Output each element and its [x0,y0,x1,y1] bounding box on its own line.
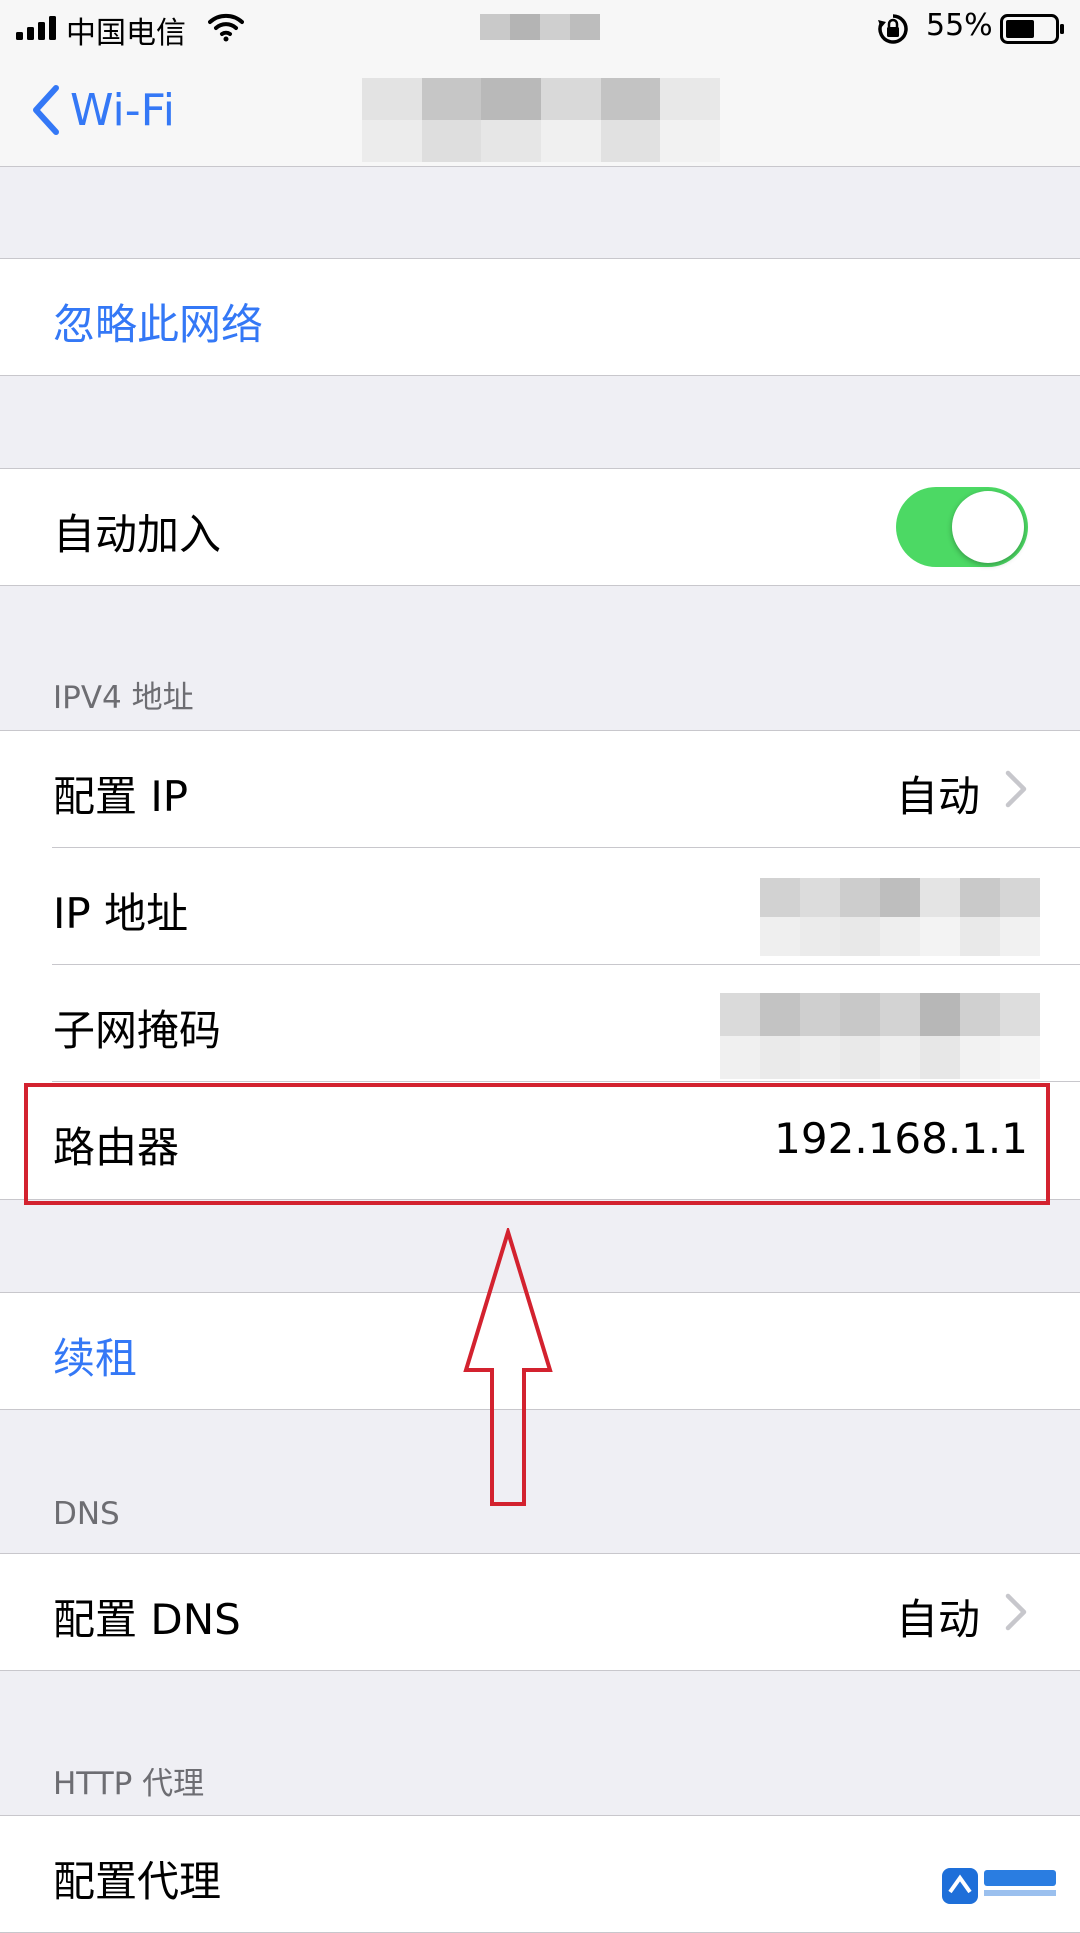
chevron-right-icon [1005,1593,1027,1631]
dns-section-header: DNS [53,1496,120,1532]
http-proxy-section-header: HTTP 代理 [53,1766,205,1802]
up-arrow-annotation [463,1228,553,1506]
forget-network-button[interactable]: 忽略此网络 [53,291,263,352]
router-highlight-box [24,1083,1050,1205]
configure-dns-row[interactable]: 配置 DNS 自动 [0,1553,1080,1671]
toggle-knob [952,491,1024,563]
orientation-lock-icon [878,14,908,44]
auto-join-label: 自动加入 [53,510,222,559]
watermark-logo [940,1856,1060,1916]
carrier-label: 中国电信 [66,16,186,51]
configure-proxy-row[interactable]: 配置代理 [0,1815,1080,1933]
back-label: Wi-Fi [70,84,175,136]
battery-icon [1000,14,1064,44]
back-button[interactable]: Wi-Fi [30,80,175,140]
auto-join-toggle[interactable] [896,487,1028,567]
network-name-obscured [362,78,720,162]
configure-proxy-label: 配置代理 [53,1857,222,1906]
configure-ip-row[interactable]: 配置 IP 自动 [0,731,1080,847]
signal-icon [16,16,56,40]
forget-network-cell[interactable]: 忽略此网络 [0,258,1080,376]
configure-ip-label: 配置 IP [53,772,189,821]
status-bar: 中国电信 55% [0,0,1080,60]
battery-percent: 55% [926,8,993,43]
subnet-mask-label: 子网掩码 [53,1006,222,1055]
subnet-mask-value-obscured [720,993,1040,1079]
ip-address-label: IP 地址 [53,889,189,938]
wifi-icon [208,13,244,42]
chevron-right-icon [1005,770,1027,808]
configure-dns-label: 配置 DNS [53,1595,241,1644]
ip-address-value-obscured [760,878,1040,956]
renew-lease-button[interactable]: 续租 [53,1325,137,1386]
chevron-left-icon [33,85,59,135]
time-obscured [480,14,600,40]
configure-ip-value: 自动 [895,772,980,821]
auto-join-cell: 自动加入 [0,468,1080,586]
subnet-mask-row: 子网掩码 [0,965,1080,1081]
configure-dns-value: 自动 [895,1595,980,1644]
ipv4-section-header: IPV4 地址 [53,680,194,716]
watermark-icon [942,1868,978,1904]
ip-address-row: IP 地址 [0,848,1080,964]
navigation-bar: Wi-Fi [0,60,1080,167]
